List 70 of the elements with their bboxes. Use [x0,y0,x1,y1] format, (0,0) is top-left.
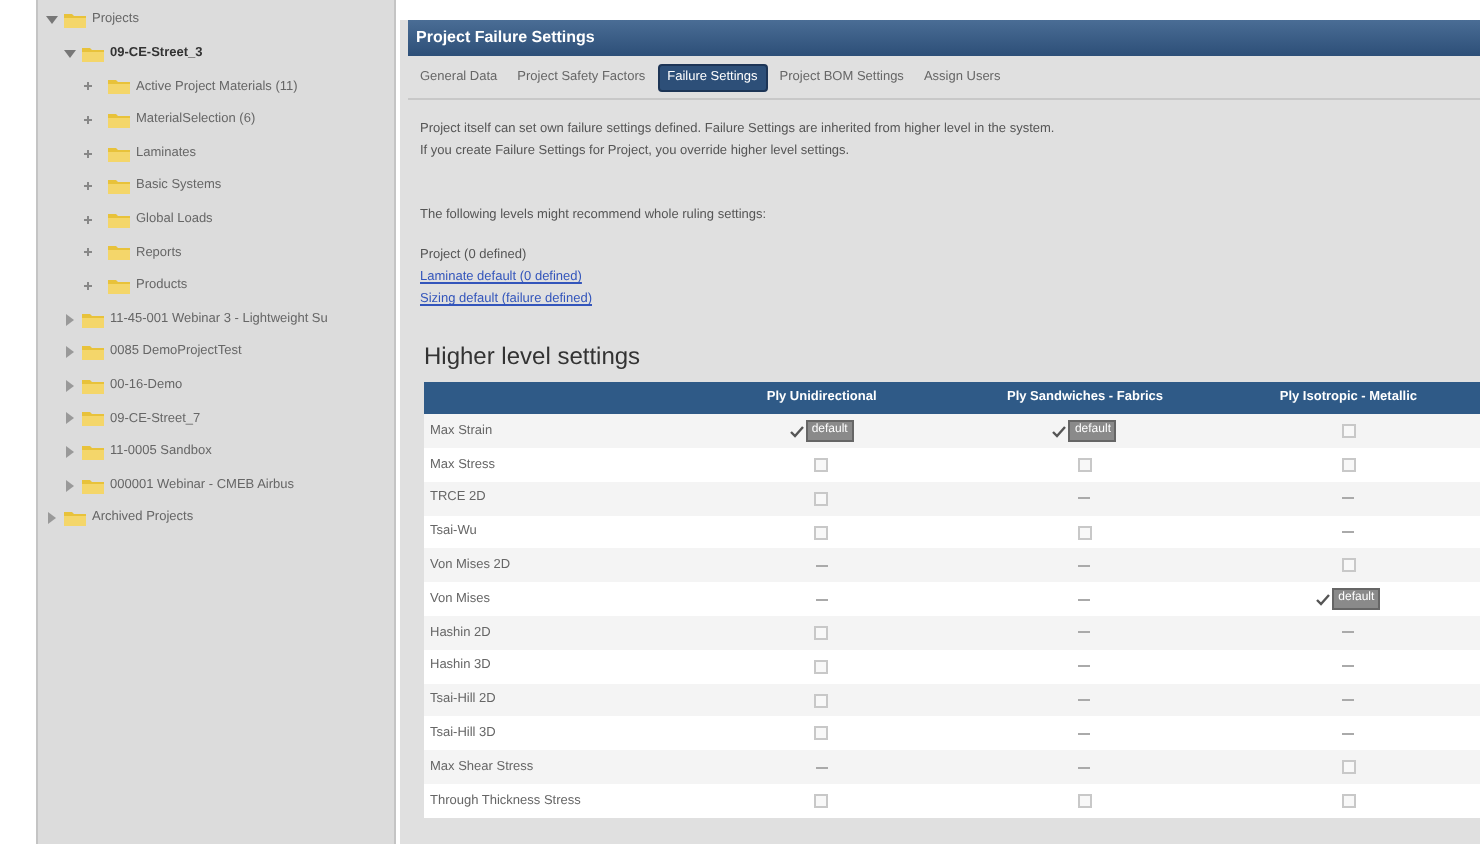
checkbox[interactable] [814,525,829,540]
checkbox[interactable] [1077,793,1092,808]
checkmark-icon [1052,425,1067,438]
expand-icon[interactable] [64,313,76,326]
checkmark-icon [789,425,804,438]
checkbox[interactable] [1341,424,1356,439]
dash-icon [1078,496,1091,501]
folder-icon [108,244,130,261]
folder-icon [108,278,130,295]
checkbox[interactable] [1341,760,1356,775]
dash-icon [815,597,828,602]
dash-icon [1342,664,1355,669]
folder-icon [64,510,86,527]
dash-icon [1078,597,1091,602]
checkbox[interactable] [814,693,829,708]
checkbox[interactable] [814,457,829,472]
checkmark-icon [1316,593,1331,606]
expand-icon[interactable] [82,280,94,293]
folder-icon [82,410,104,427]
expand-icon[interactable] [82,80,94,93]
checkbox[interactable] [1341,793,1356,808]
folder-icon [108,178,130,195]
checkbox[interactable] [814,659,829,674]
dash-icon [1342,496,1355,501]
expand-icon[interactable] [82,180,94,193]
dash-icon [1078,630,1091,635]
folder-icon [82,377,104,394]
section-title: Higher level settings [422,340,643,375]
folder-icon [82,344,104,361]
folder-icon [108,78,130,95]
expand-icon[interactable] [82,246,94,259]
dash-icon [1078,731,1091,736]
folder-icon [108,145,130,162]
expand-icon[interactable] [64,346,76,359]
folder-icon [82,477,104,494]
checkbox[interactable] [1077,457,1092,472]
dash-icon [815,563,828,568]
folder-icon [82,444,104,461]
checkbox[interactable] [1077,525,1092,540]
collapse-icon[interactable] [64,47,76,60]
expand-icon[interactable] [82,114,94,127]
dash-icon [1078,563,1091,568]
folder-icon [82,45,104,62]
checkbox[interactable] [814,793,829,808]
checkbox[interactable] [814,726,829,741]
folder-icon [108,211,130,228]
dash-icon [1342,731,1355,736]
checkbox[interactable] [814,625,829,640]
folder-icon [64,12,86,29]
expand-icon[interactable] [46,512,58,525]
expand-icon[interactable] [64,479,76,492]
collapse-icon[interactable] [46,14,58,27]
panel-title: Project Failure Settings [408,20,1480,56]
checkbox[interactable] [814,491,829,506]
dash-icon [1078,765,1091,770]
folder-icon [108,112,130,129]
expand-icon[interactable] [82,147,94,160]
expand-icon[interactable] [82,213,94,226]
dash-icon [1078,698,1091,703]
expand-icon[interactable] [64,412,76,425]
dash-icon [1078,664,1091,669]
dash-icon [1342,530,1355,535]
expand-icon[interactable] [64,446,76,459]
dash-icon [1342,698,1355,703]
dash-icon [815,765,828,770]
folder-icon [82,311,104,328]
checkbox[interactable] [1341,457,1356,472]
dash-icon [1342,630,1355,635]
expand-icon[interactable] [64,379,76,392]
checkbox[interactable] [1341,558,1356,573]
